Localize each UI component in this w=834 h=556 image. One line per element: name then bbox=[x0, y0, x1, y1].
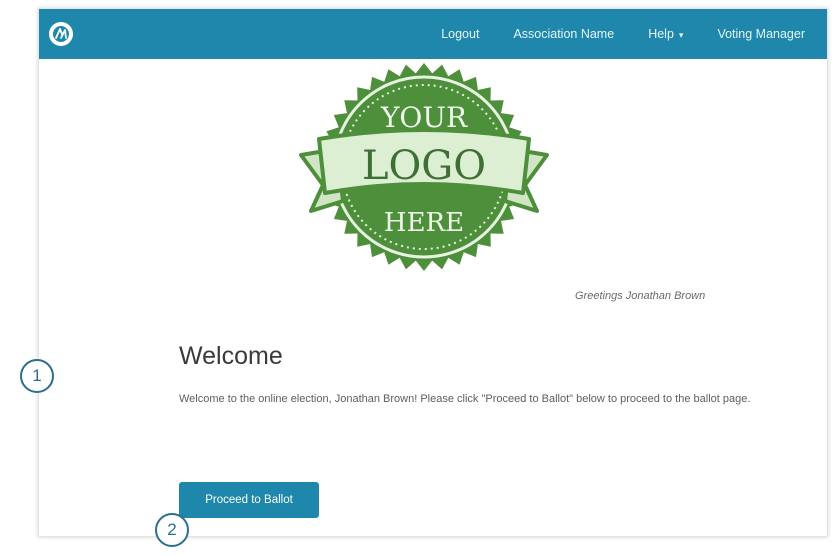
nav-voting-manager-link[interactable]: Voting Manager bbox=[717, 27, 805, 41]
chevron-down-icon: ▾ bbox=[678, 30, 684, 40]
nav-help-label: Help bbox=[648, 27, 674, 41]
logo-text-top: YOUR bbox=[380, 101, 468, 134]
step-marker-1: 1 bbox=[20, 359, 54, 393]
election-window: Logout Association Name Help ▾ Voting Man… bbox=[38, 8, 828, 537]
nav-help-dropdown[interactable]: Help ▾ bbox=[648, 27, 683, 41]
app-logo-icon-glyph bbox=[53, 26, 69, 42]
app-logo-icon[interactable] bbox=[49, 22, 73, 46]
nav-association-name-link[interactable]: Association Name bbox=[513, 27, 614, 41]
greeting-text: Greetings Jonathan Brown bbox=[575, 290, 706, 302]
logo-text-middle: LOGO bbox=[362, 143, 486, 189]
proceed-to-ballot-button[interactable]: Proceed to Ballot bbox=[179, 482, 319, 518]
association-logo: YOUR LOGO HERE bbox=[279, 61, 569, 277]
logo-seal-graphic: YOUR LOGO HERE bbox=[299, 63, 549, 271]
welcome-message: Welcome to the online election, Jonathan… bbox=[179, 393, 751, 405]
page-title: Welcome bbox=[179, 342, 283, 370]
nav-logout-link[interactable]: Logout bbox=[441, 27, 479, 41]
logo-text-bottom: HERE bbox=[384, 208, 464, 238]
step-marker-2: 2 bbox=[155, 513, 189, 547]
top-navbar: Logout Association Name Help ▾ Voting Man… bbox=[39, 9, 827, 59]
nav-links: Logout Association Name Help ▾ Voting Man… bbox=[441, 9, 805, 59]
